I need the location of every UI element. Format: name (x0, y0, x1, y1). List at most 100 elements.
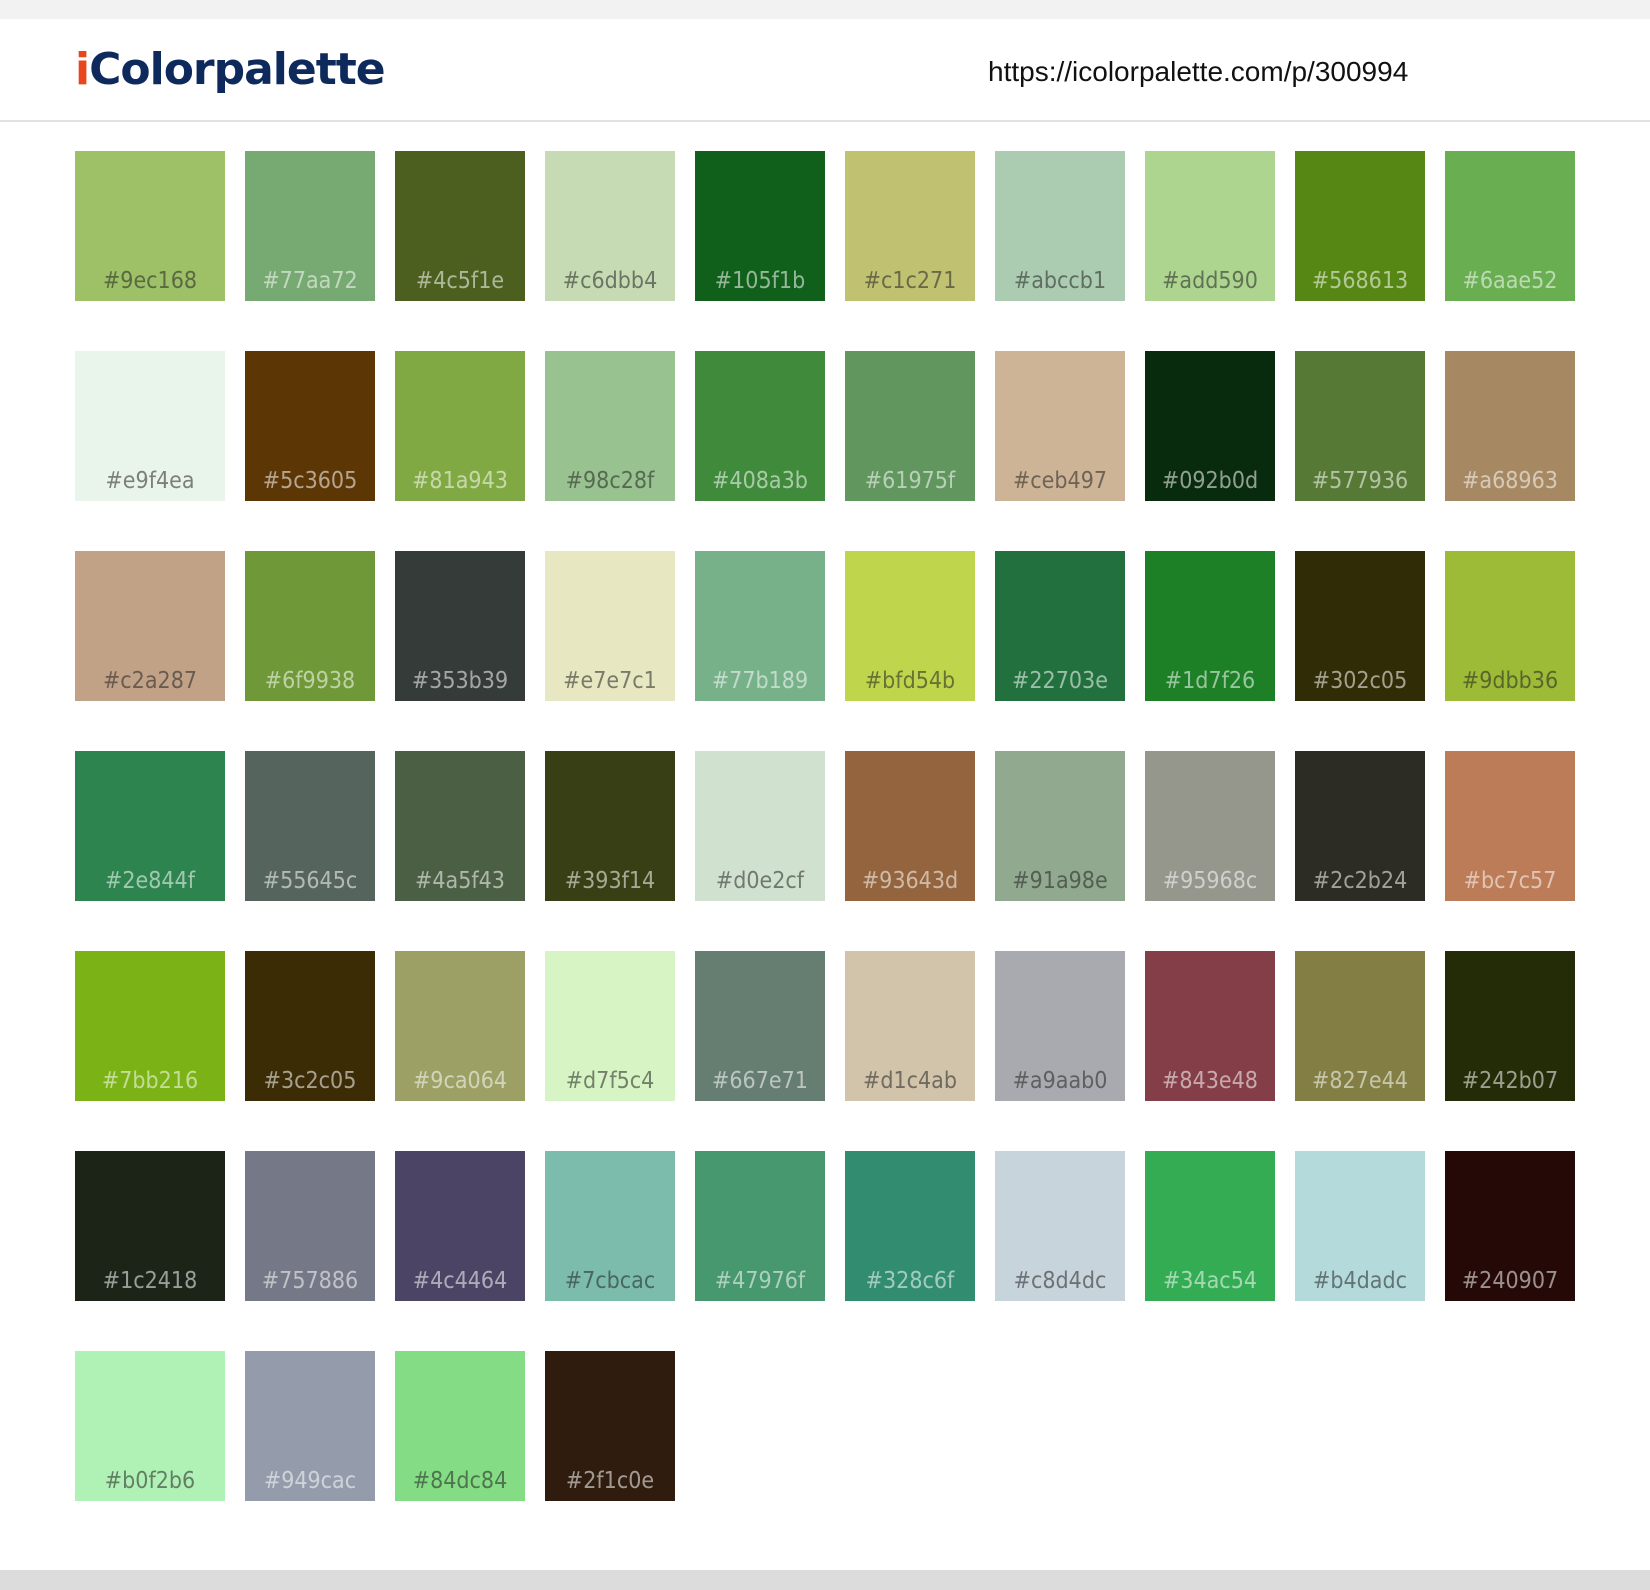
color-swatch[interactable]: #949cac (245, 1351, 375, 1501)
color-swatch[interactable]: #abccb1 (995, 151, 1125, 301)
color-swatch[interactable]: #4a5f43 (395, 751, 525, 901)
color-hex-label: #7bb216 (101, 1068, 199, 1094)
color-hex-label: #105f1b (714, 268, 806, 294)
color-swatch[interactable]: #84dc84 (395, 1351, 525, 1501)
color-hex-label: #77aa72 (262, 268, 358, 294)
color-hex-label: #95968c (1162, 868, 1258, 894)
color-swatch[interactable]: #93643d (845, 751, 975, 901)
color-hex-label: #1c2418 (102, 1268, 198, 1294)
color-swatch[interactable]: #77b189 (695, 551, 825, 701)
color-swatch[interactable]: #2e844f (75, 751, 225, 901)
color-hex-label: #2e844f (104, 868, 195, 894)
color-swatch[interactable]: #577936 (1295, 351, 1425, 501)
color-hex-label: #93643d (861, 868, 959, 894)
color-hex-label: #4a5f43 (415, 868, 505, 894)
color-swatch[interactable]: #b0f2b6 (75, 1351, 225, 1501)
color-hex-label: #61975f (864, 468, 956, 494)
color-swatch[interactable]: #95968c (1145, 751, 1275, 901)
color-swatch[interactable]: #91a98e (995, 751, 1125, 901)
color-hex-label: #b0f2b6 (104, 1468, 196, 1494)
color-hex-label: #568613 (1311, 268, 1409, 294)
color-hex-label: #d0e2cf (715, 868, 805, 894)
site-logo[interactable]: iColorpalette (75, 43, 386, 97)
color-swatch[interactable]: #add590 (1145, 151, 1275, 301)
color-swatch[interactable]: #e9f4ea (75, 351, 225, 501)
color-hex-label: #577936 (1311, 468, 1409, 494)
color-swatch[interactable]: #77aa72 (245, 151, 375, 301)
color-swatch[interactable]: #d0e2cf (695, 751, 825, 901)
color-swatch[interactable]: #a9aab0 (995, 951, 1125, 1101)
color-swatch[interactable]: #092b0d (1145, 351, 1275, 501)
color-swatch[interactable]: #1c2418 (75, 1151, 225, 1301)
color-swatch[interactable]: #6f9938 (245, 551, 375, 701)
color-swatch[interactable]: #55645c (245, 751, 375, 901)
color-swatch[interactable]: #843e48 (1145, 951, 1275, 1101)
color-hex-label: #77b189 (711, 668, 809, 694)
color-swatch[interactable]: #242b07 (1445, 951, 1575, 1101)
color-swatch[interactable]: #4c4464 (395, 1151, 525, 1301)
color-hex-label: #47976f (714, 1268, 806, 1294)
color-swatch[interactable]: #3c2c05 (245, 951, 375, 1101)
color-hex-label: #bfd54b (864, 668, 956, 694)
color-hex-label: #d1c4ab (863, 1068, 957, 1094)
color-hex-label: #abccb1 (1013, 268, 1107, 294)
color-hex-label: #240907 (1461, 1268, 1559, 1294)
color-swatch[interactable]: #2f1c0e (545, 1351, 675, 1501)
color-hex-label: #092b0d (1161, 468, 1259, 494)
color-swatch[interactable]: #61975f (845, 351, 975, 501)
color-swatch[interactable]: #568613 (1295, 151, 1425, 301)
color-swatch[interactable]: #d7f5c4 (545, 951, 675, 1101)
color-swatch[interactable]: #328c6f (845, 1151, 975, 1301)
color-swatch[interactable]: #302c05 (1295, 551, 1425, 701)
color-swatch[interactable]: #757886 (245, 1151, 375, 1301)
color-hex-label: #e7e7c1 (563, 668, 657, 694)
color-swatch[interactable]: #240907 (1445, 1151, 1575, 1301)
site-header: iColorpalette https://icolorpalette.com/… (0, 19, 1650, 122)
color-swatch[interactable]: #22703e (995, 551, 1125, 701)
color-swatch[interactable]: #9ca064 (395, 951, 525, 1101)
color-hex-label: #34ac54 (1162, 1268, 1258, 1294)
color-swatch[interactable]: #2c2b24 (1295, 751, 1425, 901)
color-swatch[interactable]: #7cbcac (545, 1151, 675, 1301)
color-hex-label: #91a98e (1012, 868, 1108, 894)
color-swatch[interactable]: #7bb216 (75, 951, 225, 1101)
color-swatch[interactable]: #9ec168 (75, 151, 225, 301)
color-swatch[interactable]: #ceb497 (995, 351, 1125, 501)
color-hex-label: #9ca064 (412, 1068, 508, 1094)
color-swatch[interactable]: #98c28f (545, 351, 675, 501)
color-swatch[interactable]: #c6dbb4 (545, 151, 675, 301)
color-swatch[interactable]: #a68963 (1445, 351, 1575, 501)
color-swatch[interactable]: #105f1b (695, 151, 825, 301)
color-hex-label: #3c2c05 (263, 1068, 357, 1094)
color-swatch[interactable]: #6aae52 (1445, 151, 1575, 301)
color-swatch[interactable]: #353b39 (395, 551, 525, 701)
color-swatch[interactable]: #393f14 (545, 751, 675, 901)
color-swatch[interactable]: #1d7f26 (1145, 551, 1275, 701)
color-swatch[interactable]: #bc7c57 (1445, 751, 1575, 901)
color-hex-label: #7cbcac (564, 1268, 656, 1294)
color-swatch[interactable]: #d1c4ab (845, 951, 975, 1101)
color-swatch[interactable]: #827e44 (1295, 951, 1425, 1101)
color-swatch[interactable]: #c2a287 (75, 551, 225, 701)
color-swatch[interactable]: #9dbb36 (1445, 551, 1575, 701)
color-hex-label: #1d7f26 (1164, 668, 1256, 694)
color-hex-label: #9dbb36 (1461, 668, 1559, 694)
color-swatch[interactable]: #667e71 (695, 951, 825, 1101)
color-swatch[interactable]: #c8d4dc (995, 1151, 1125, 1301)
color-swatch[interactable]: #81a943 (395, 351, 525, 501)
color-hex-label: #a9aab0 (1012, 1068, 1108, 1094)
color-swatch[interactable]: #b4dadc (1295, 1151, 1425, 1301)
palette-url[interactable]: https://icolorpalette.com/p/300994 (988, 54, 1408, 90)
color-hex-label: #302c05 (1312, 668, 1408, 694)
color-swatch[interactable]: #5c3605 (245, 351, 375, 501)
color-swatch[interactable]: #47976f (695, 1151, 825, 1301)
color-swatch[interactable]: #34ac54 (1145, 1151, 1275, 1301)
color-swatch[interactable]: #e7e7c1 (545, 551, 675, 701)
color-swatch[interactable]: #4c5f1e (395, 151, 525, 301)
logo-wordmark: Colorpalette (89, 44, 386, 95)
color-swatch[interactable]: #c1c271 (845, 151, 975, 301)
color-hex-label: #add590 (1162, 268, 1258, 294)
color-swatch[interactable]: #408a3b (695, 351, 825, 501)
color-swatch[interactable]: #bfd54b (845, 551, 975, 701)
color-hex-label: #843e48 (1162, 1068, 1258, 1094)
